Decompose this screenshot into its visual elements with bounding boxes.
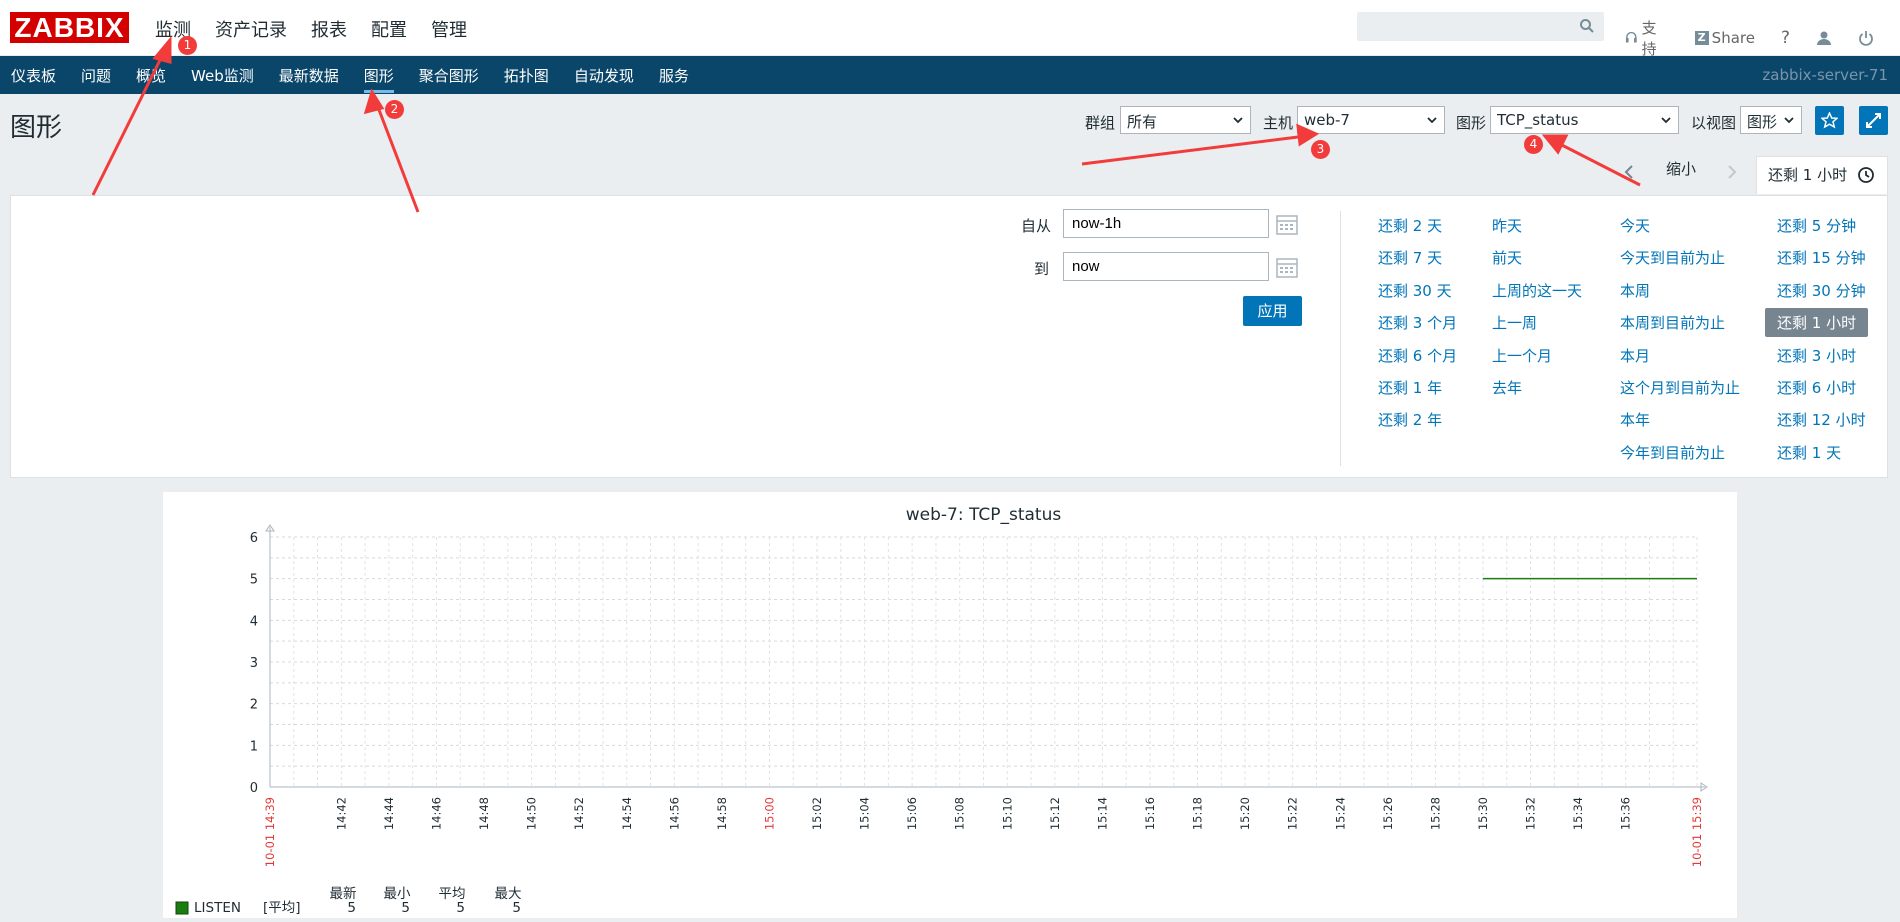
annotation-arrowhead — [363, 88, 385, 115]
annotation-arrowhead — [152, 35, 172, 64]
annotation-badge-3: 3 — [1311, 140, 1330, 159]
annotation-badge-2: 2 — [385, 100, 404, 119]
annotation-badge-4: 4 — [1524, 135, 1543, 154]
annotation-arrow — [1081, 134, 1307, 166]
annotation-arrowhead — [1296, 123, 1320, 147]
annotation-badge-1: 1 — [178, 36, 197, 55]
annotation-arrow — [1553, 139, 1641, 187]
annotation-arrowhead — [1541, 134, 1569, 155]
annotation-overlay — [91, 35, 1641, 213]
annotation-arrow — [91, 49, 167, 196]
